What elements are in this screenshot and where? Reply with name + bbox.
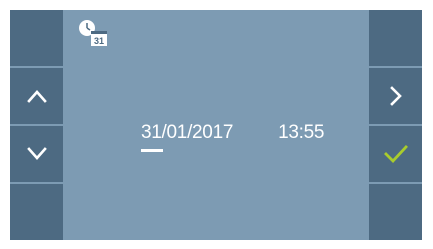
clock-calendar-icon: 31 — [77, 18, 113, 48]
date-day-field[interactable]: 31 — [141, 122, 162, 144]
calendar-day-label: 31 — [94, 36, 104, 46]
confirm-button[interactable] — [369, 126, 422, 182]
right-button-column — [369, 10, 422, 240]
left-blank-button-top[interactable] — [10, 10, 63, 66]
main-area: 31 31 /01/2017 13:55 — [65, 10, 367, 240]
right-blank-button-bottom[interactable] — [369, 184, 422, 240]
right-blank-button-top[interactable] — [369, 10, 422, 66]
up-button[interactable] — [10, 68, 63, 124]
chevron-right-icon — [389, 86, 402, 106]
left-button-column — [10, 10, 63, 240]
time-field[interactable]: 13:55 — [278, 122, 324, 144]
date-month-field[interactable]: /01 — [162, 122, 188, 144]
next-button[interactable] — [369, 68, 422, 124]
checkmark-icon — [383, 145, 408, 163]
chevron-down-icon — [26, 147, 47, 160]
left-blank-button-bottom[interactable] — [10, 184, 63, 240]
down-button[interactable] — [10, 126, 63, 182]
date-year-field[interactable]: /2017 — [187, 122, 233, 144]
field-cursor — [141, 149, 163, 152]
display-screen: 31 31 /01/2017 13:55 — [10, 10, 422, 240]
date-time-display: 31 /01/2017 13:55 — [141, 122, 324, 152]
chevron-up-icon — [26, 90, 47, 103]
